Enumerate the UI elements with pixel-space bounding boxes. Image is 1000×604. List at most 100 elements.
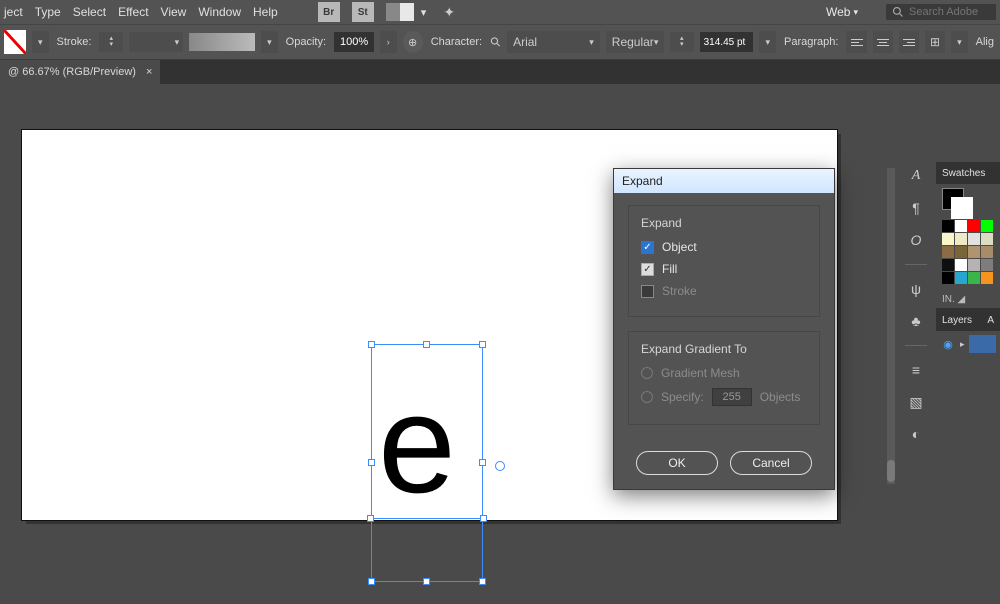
swatch-cell[interactable] <box>968 220 980 232</box>
paragraph-panel-icon[interactable]: ¶ <box>905 198 927 218</box>
swatch-cell[interactable] <box>981 259 993 271</box>
resize-handle-tm[interactable] <box>423 341 430 348</box>
expand-group-title: Expand <box>641 216 807 230</box>
search-box[interactable] <box>886 4 996 20</box>
stock-button[interactable]: St <box>352 2 374 22</box>
font-search-icon[interactable] <box>490 36 501 48</box>
visibility-toggle-icon[interactable]: ◉ <box>940 336 956 352</box>
layers-tab[interactable]: Layers A <box>936 309 1000 331</box>
swatch-options-row[interactable]: IN. ◢ <box>936 290 1000 308</box>
swatch-cell[interactable] <box>968 272 980 284</box>
fill-stroke-proxy[interactable] <box>942 188 964 210</box>
recolor-icon[interactable]: ⊕ <box>403 31 423 53</box>
swatch-cell[interactable] <box>942 233 954 245</box>
swatches-tab[interactable]: Swatches <box>936 162 1000 184</box>
expand-fill-row[interactable]: ✓ Fill <box>641 262 807 276</box>
font-size-value[interactable]: 314.45 pt <box>700 32 754 52</box>
touch-type-button[interactable]: ⊞ <box>925 31 945 53</box>
resize-handle-br[interactable] <box>479 578 486 585</box>
swatch-cell[interactable] <box>955 259 967 271</box>
stroke-weight-stepper[interactable]: ▴▾ <box>99 32 123 52</box>
menu-view[interactable]: View <box>161 5 187 19</box>
transform-dropdown[interactable]: ▾ <box>951 31 968 53</box>
font-size-dropdown[interactable]: ▾ <box>759 31 776 53</box>
panel-extra-tab: A <box>987 315 994 326</box>
baseline-handle-l[interactable] <box>367 515 374 522</box>
opacity-label: Opacity: <box>286 36 326 48</box>
resize-handle-bl[interactable] <box>368 578 375 585</box>
dialog-titlebar[interactable]: Expand <box>614 169 834 193</box>
bridge-button[interactable]: Br <box>318 2 340 22</box>
swatch-cell[interactable] <box>942 272 954 284</box>
opacity-dropdown[interactable]: › <box>380 31 397 53</box>
resize-handle-ml[interactable] <box>368 459 375 466</box>
resize-handle-tl[interactable] <box>368 341 375 348</box>
search-input[interactable] <box>909 6 989 18</box>
layer-row[interactable]: ◉ ▸ <box>936 331 1000 357</box>
resize-handle-mr[interactable] <box>479 459 486 466</box>
cancel-button[interactable]: Cancel <box>730 451 812 475</box>
menu-window[interactable]: Window <box>198 5 241 19</box>
expand-fill-checkbox[interactable]: ✓ <box>641 263 654 276</box>
ok-button[interactable]: OK <box>636 451 718 475</box>
menu-bar: ject Type Select Effect View Window Help… <box>0 0 1000 24</box>
stroke-profile-dropdown[interactable]: ▾ <box>129 32 183 52</box>
swatch-cell[interactable] <box>981 220 993 232</box>
stroke-panel-icon[interactable]: ≡ <box>905 360 927 380</box>
resize-handle-tr[interactable] <box>479 341 486 348</box>
menu-object[interactable]: ject <box>4 5 23 19</box>
swatch-cell[interactable] <box>968 246 980 258</box>
swatch-cell[interactable] <box>942 246 954 258</box>
swatch-cell[interactable] <box>968 233 980 245</box>
control-bar: ▾ Stroke: ▴▾ ▾ ▾ Opacity: 100% › ⊕ Chara… <box>0 24 1000 60</box>
align-center-button[interactable] <box>873 31 893 53</box>
baseline-handle-r[interactable] <box>480 515 487 522</box>
gpu-preview-icon[interactable]: ✦ <box>438 2 460 22</box>
brushes-panel-icon[interactable]: ψ <box>905 279 927 299</box>
swatch-cell[interactable] <box>981 272 993 284</box>
character-panel-icon[interactable]: A <box>905 166 927 186</box>
align-right-button[interactable] <box>899 31 919 53</box>
swatch-cell[interactable] <box>981 246 993 258</box>
menu-help[interactable]: Help <box>253 5 278 19</box>
symbols-panel-icon[interactable]: ♣ <box>905 311 927 331</box>
menu-effect[interactable]: Effect <box>118 5 148 19</box>
vertical-scrollbar-track[interactable] <box>887 168 895 484</box>
swatch-cell[interactable] <box>981 233 993 245</box>
swatch-cell[interactable] <box>955 272 967 284</box>
swatch-cell[interactable] <box>942 220 954 232</box>
menu-select[interactable]: Select <box>73 5 106 19</box>
workspace-switcher[interactable]: Web ▾ <box>826 5 858 19</box>
expand-object-checkbox[interactable]: ✓ <box>641 241 654 254</box>
work-area: e A ¶ O ψ ♣ ≡ ▧ ◐ Swatches IN. ◢ Layers … <box>0 84 1000 520</box>
brush-dropdown-arrow[interactable]: ▾ <box>261 31 278 53</box>
swatch-cell[interactable] <box>955 246 967 258</box>
swatch-cell[interactable] <box>942 259 954 271</box>
resize-handle-bm[interactable] <box>423 578 430 585</box>
expand-object-row[interactable]: ✓ Object <box>641 240 807 254</box>
brush-def-dropdown[interactable] <box>189 33 255 51</box>
swatch-cell[interactable] <box>955 220 967 232</box>
font-weight-dropdown[interactable]: Regular▾ <box>606 31 664 53</box>
swatch-cell[interactable] <box>968 259 980 271</box>
swatch-cell[interactable] <box>955 233 967 245</box>
fill-none-swatch[interactable] <box>4 30 26 54</box>
chevron-down-icon: ▾ <box>853 7 858 18</box>
menu-type[interactable]: Type <box>35 5 61 19</box>
close-tab-button[interactable]: × <box>146 66 152 78</box>
opacity-value[interactable]: 100% <box>334 32 374 52</box>
arrange-docs-button[interactable] <box>386 3 414 21</box>
transparency-panel-icon[interactable]: ◐ <box>905 424 927 444</box>
opentype-panel-icon[interactable]: O <box>905 230 927 250</box>
font-size-stepper[interactable]: ▴▾ <box>670 32 694 52</box>
align-left-button[interactable] <box>846 31 866 53</box>
text-object-glyph[interactable]: e <box>378 374 456 514</box>
gradient-panel-icon[interactable]: ▧ <box>905 392 927 412</box>
vertical-scrollbar-thumb[interactable] <box>887 460 895 482</box>
text-out-port[interactable] <box>495 461 505 471</box>
layer-expand-icon[interactable]: ▸ <box>960 339 965 350</box>
font-family-dropdown[interactable]: Arial▾ <box>507 31 600 53</box>
fill-dropdown[interactable]: ▾ <box>32 31 49 53</box>
document-tab[interactable]: @ 66.67% (RGB/Preview) × <box>0 60 160 84</box>
align-trail-label: Alig <box>976 36 994 48</box>
